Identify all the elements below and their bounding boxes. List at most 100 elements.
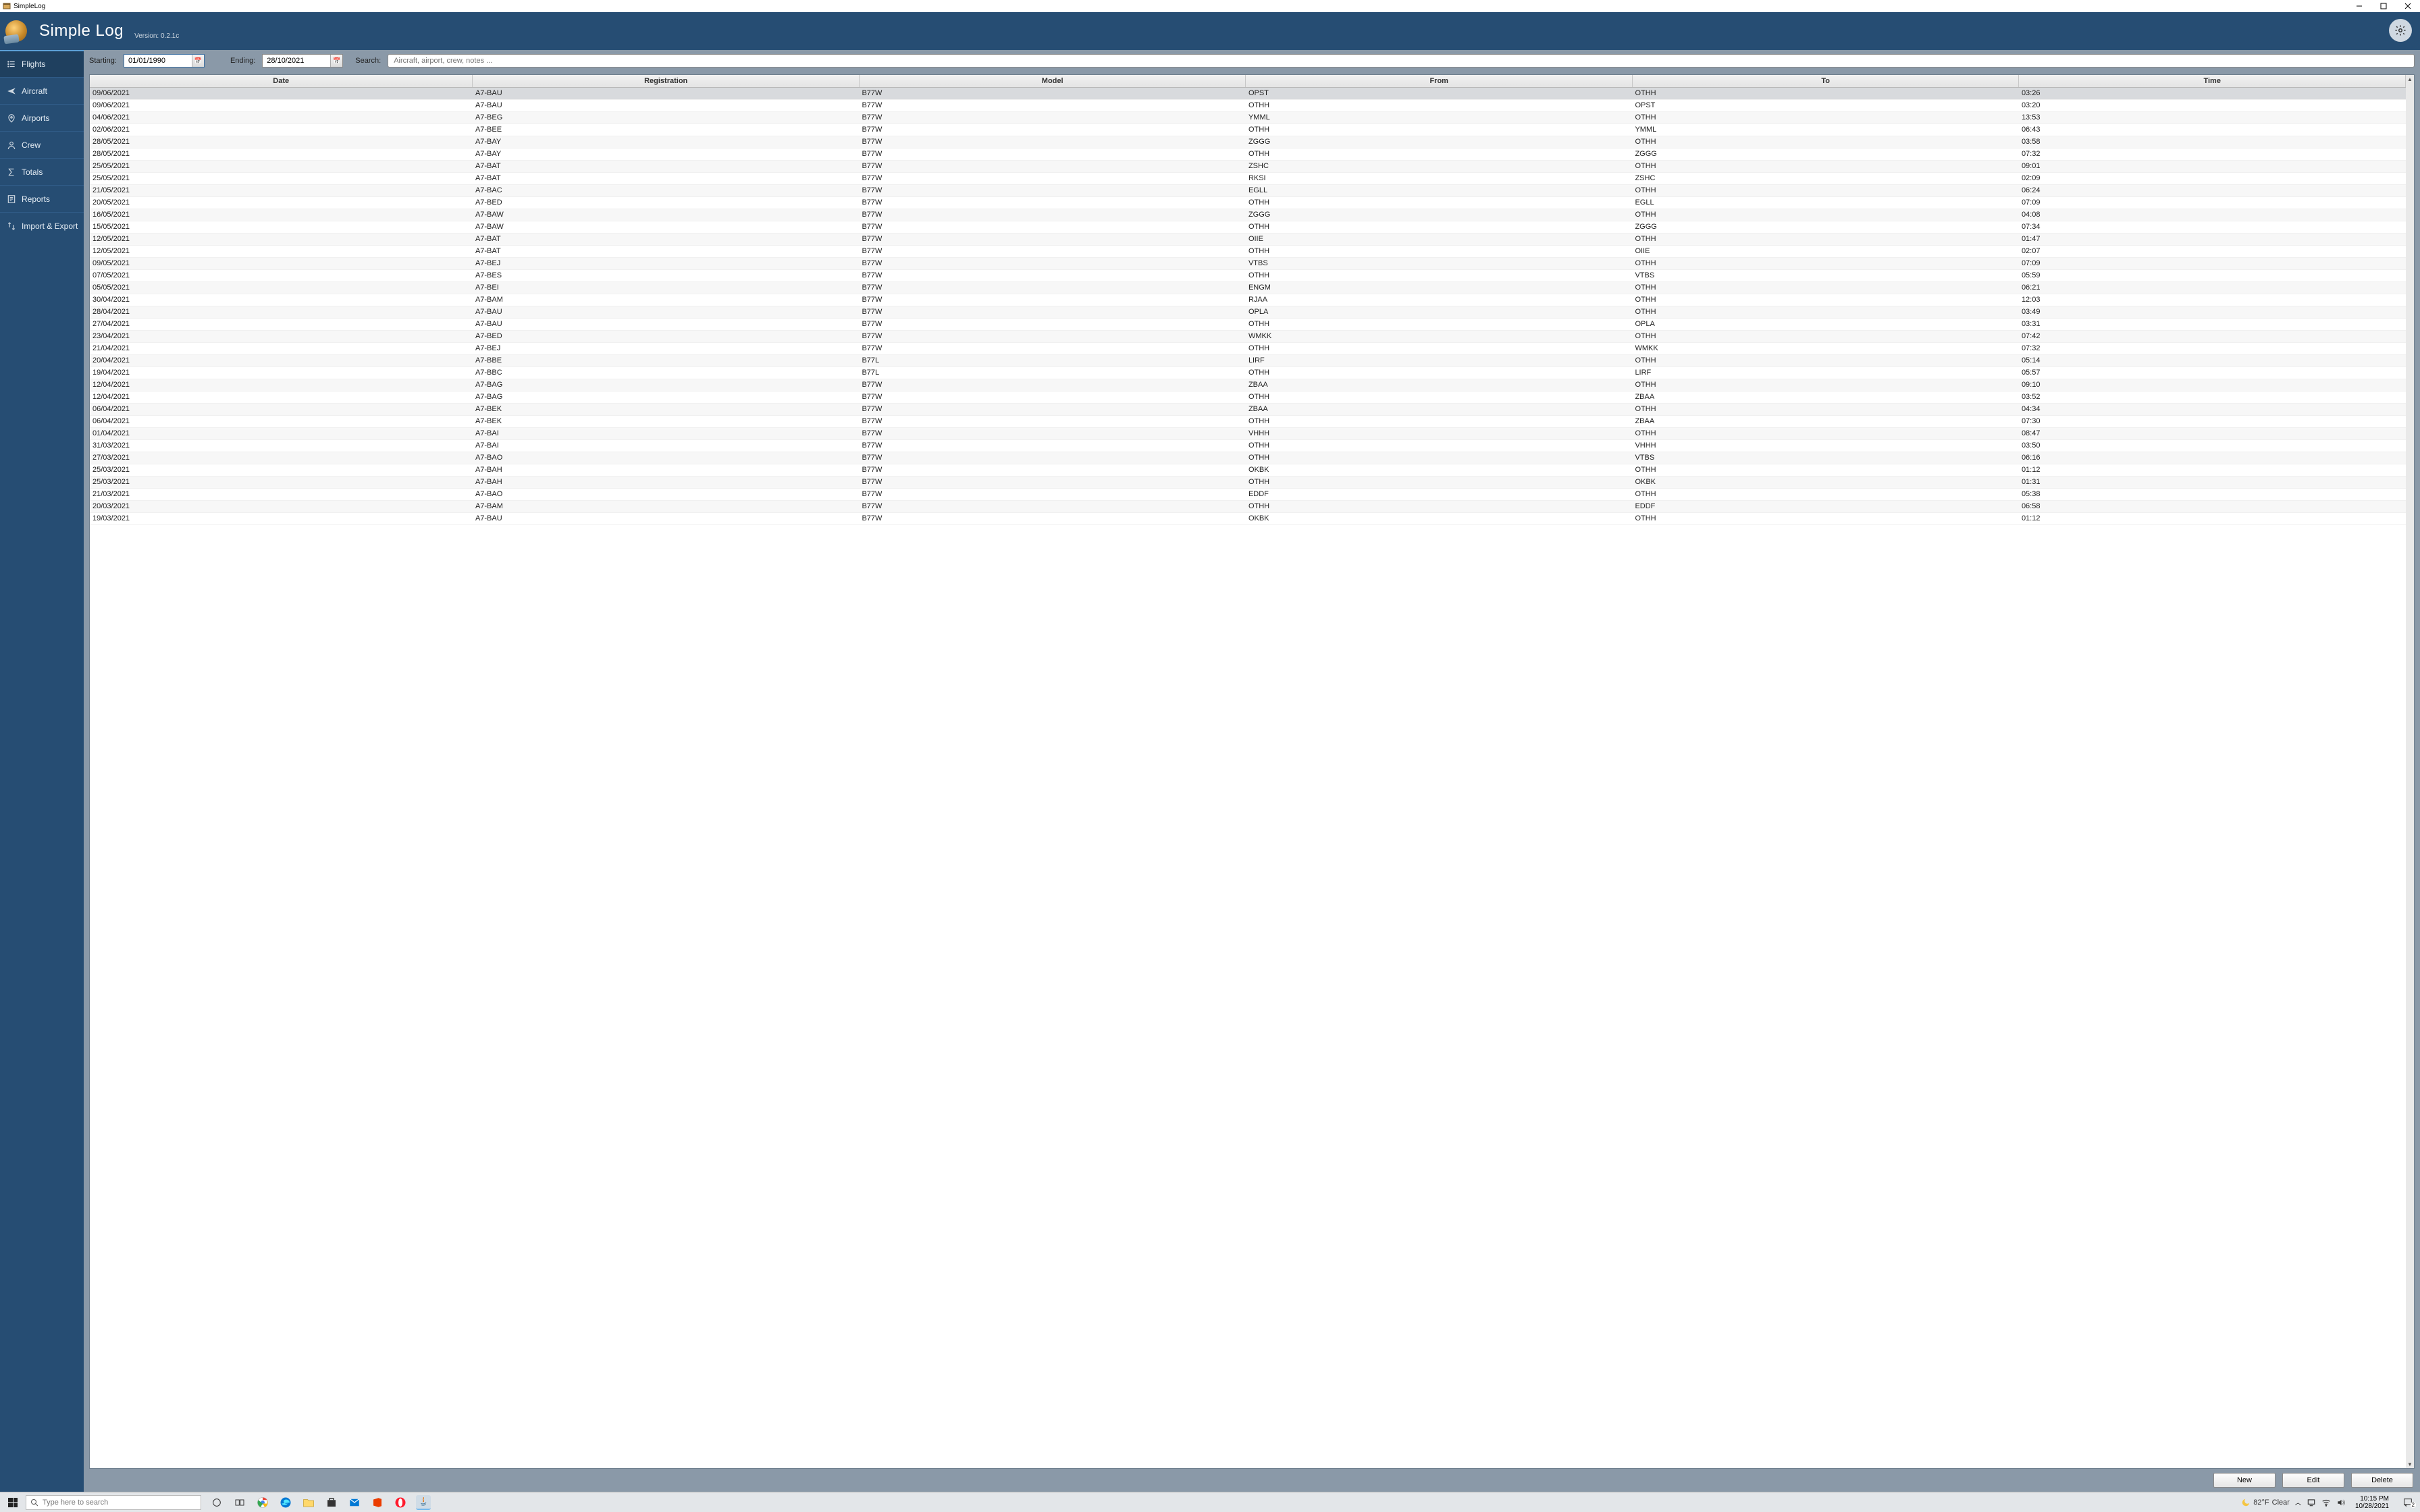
starting-date-picker[interactable]: 📅 <box>192 55 204 67</box>
starting-date-input[interactable] <box>124 55 192 67</box>
column-header-model[interactable]: Model <box>859 75 1246 87</box>
notification-center[interactable]: 2 <box>2398 1497 2417 1508</box>
table-row[interactable]: 01/04/2021A7-BAIB77WVHHHOTHH08:47 <box>90 427 2406 439</box>
sidebar-item-crew[interactable]: Crew <box>0 131 84 158</box>
flights-table[interactable]: DateRegistrationModelFromToTime 09/06/20… <box>90 75 2406 525</box>
new-button[interactable]: New <box>2213 1473 2276 1488</box>
table-row[interactable]: 15/05/2021A7-BAWB77WOTHHZGGG07:34 <box>90 221 2406 233</box>
table-row[interactable]: 21/03/2021A7-BAOB77WEDDFOTHH05:38 <box>90 488 2406 500</box>
task-view-icon[interactable] <box>232 1495 247 1510</box>
table-row[interactable]: 31/03/2021A7-BAIB77WOTHHVHHH03:50 <box>90 439 2406 452</box>
table-row[interactable]: 27/04/2021A7-BAUB77WOTHHOPLA03:31 <box>90 318 2406 330</box>
moon-icon <box>2241 1498 2251 1507</box>
table-row[interactable]: 16/05/2021A7-BAWB77WZGGGOTHH04:08 <box>90 209 2406 221</box>
start-button[interactable] <box>0 1492 26 1512</box>
window-minimize[interactable] <box>2347 0 2371 12</box>
table-row[interactable]: 19/04/2021A7-BBCB77LOTHHLIRF05:57 <box>90 367 2406 379</box>
cell-from: OKBK <box>1246 464 1633 476</box>
column-header-time[interactable]: Time <box>2019 75 2406 87</box>
table-row[interactable]: 09/05/2021A7-BEJB77WVTBSOTHH07:09 <box>90 257 2406 269</box>
cell-date: 25/03/2021 <box>90 476 473 488</box>
sidebar-item-airports[interactable]: Airports <box>0 104 84 131</box>
cell-date: 12/04/2021 <box>90 379 473 391</box>
table-row[interactable]: 12/05/2021A7-BATB77WOIIEOTHH01:47 <box>90 233 2406 245</box>
table-row[interactable]: 25/03/2021A7-BAHB77WOTHHOKBK01:31 <box>90 476 2406 488</box>
sidebar-item-reports[interactable]: Reports <box>0 185 84 212</box>
cell-from: ENGM <box>1246 281 1633 294</box>
table-row[interactable]: 12/04/2021A7-BAGB77WOTHHZBAA03:52 <box>90 391 2406 403</box>
tray-chevron-icon[interactable]: ︿ <box>2295 1498 2301 1507</box>
cell-from: ZGGG <box>1246 136 1633 148</box>
column-header-registration[interactable]: Registration <box>473 75 860 87</box>
table-row[interactable]: 21/05/2021A7-BACB77WEGLLOTHH06:24 <box>90 184 2406 196</box>
table-row[interactable]: 28/04/2021A7-BAUB77WOPLAOTHH03:49 <box>90 306 2406 318</box>
sidebar-item-totals[interactable]: Totals <box>0 158 84 185</box>
table-row[interactable]: 09/06/2021A7-BAUB77WOTHHOPST03:20 <box>90 99 2406 111</box>
table-row[interactable]: 19/03/2021A7-BAUB77WOKBKOTHH01:12 <box>90 512 2406 524</box>
column-header-from[interactable]: From <box>1246 75 1633 87</box>
store-icon[interactable] <box>324 1495 339 1510</box>
table-row[interactable]: 28/05/2021A7-BAYB77WZGGGOTHH03:58 <box>90 136 2406 148</box>
sidebar-item-import-export[interactable]: Import & Export <box>0 212 84 239</box>
starting-date-field[interactable]: 📅 <box>124 54 205 68</box>
table-row[interactable]: 06/04/2021A7-BEKB77WZBAAOTHH04:34 <box>90 403 2406 415</box>
table-row[interactable]: 20/03/2021A7-BAMB77WOTHHEDDF06:58 <box>90 500 2406 512</box>
table-row[interactable]: 27/03/2021A7-BAOB77WOTHHVTBS06:16 <box>90 452 2406 464</box>
cell-to: OTHH <box>1632 184 2019 196</box>
column-header-to[interactable]: To <box>1632 75 2019 87</box>
ending-date-field[interactable]: 📅 <box>262 54 343 68</box>
opera-icon[interactable] <box>393 1495 408 1510</box>
delete-button[interactable]: Delete <box>2351 1473 2413 1488</box>
tray-volume-icon[interactable] <box>2336 1498 2346 1507</box>
sidebar-item-aircraft[interactable]: Aircraft <box>0 77 84 104</box>
table-row[interactable]: 30/04/2021A7-BAMB77WRJAAOTHH12:03 <box>90 294 2406 306</box>
table-row[interactable]: 12/05/2021A7-BATB77WOTHHOIIE02:07 <box>90 245 2406 257</box>
cortana-icon[interactable] <box>209 1495 224 1510</box>
table-row[interactable]: 07/05/2021A7-BESB77WOTHHVTBS05:59 <box>90 269 2406 281</box>
scrollbar[interactable]: ▲ ▼ <box>2406 75 2414 1468</box>
table-row[interactable]: 05/05/2021A7-BEIB77WENGMOTHH06:21 <box>90 281 2406 294</box>
mail-icon[interactable] <box>347 1495 362 1510</box>
table-row[interactable]: 02/06/2021A7-BEEB77WOTHHYMML06:43 <box>90 124 2406 136</box>
tray-network-icon[interactable] <box>2307 1498 2316 1507</box>
table-row[interactable]: 25/03/2021A7-BAHB77WOKBKOTHH01:12 <box>90 464 2406 476</box>
clock-time: 10:15 PM <box>2355 1495 2389 1503</box>
table-row[interactable]: 25/05/2021A7-BATB77WZSHCOTHH09:01 <box>90 160 2406 172</box>
table-row[interactable]: 23/04/2021A7-BEDB77WWMKKOTHH07:42 <box>90 330 2406 342</box>
cell-from: OTHH <box>1246 99 1633 111</box>
table-row[interactable]: 12/04/2021A7-BAGB77WZBAAOTHH09:10 <box>90 379 2406 391</box>
table-row[interactable]: 20/05/2021A7-BEDB77WOTHHEGLL07:09 <box>90 196 2406 209</box>
java-icon[interactable] <box>416 1495 431 1510</box>
window-close[interactable] <box>2396 0 2420 12</box>
edit-button[interactable]: Edit <box>2282 1473 2344 1488</box>
search-input[interactable] <box>388 54 2415 68</box>
table-row[interactable]: 28/05/2021A7-BAYB77WOTHHZGGG07:32 <box>90 148 2406 160</box>
window-maximize[interactable] <box>2371 0 2396 12</box>
table-row[interactable]: 09/06/2021A7-BAUB77WOPSTOTHH03:26 <box>90 87 2406 99</box>
ending-date-input[interactable] <box>263 55 330 67</box>
table-row[interactable]: 20/04/2021A7-BBEB77LLIRFOTHH05:14 <box>90 354 2406 367</box>
tray-wifi-icon[interactable] <box>2321 1498 2331 1507</box>
weather-widget[interactable]: 82°F Clear <box>2241 1498 2290 1507</box>
edge-icon[interactable] <box>278 1495 293 1510</box>
scroll-up-arrow[interactable]: ▲ <box>2406 75 2414 83</box>
cell-date: 25/05/2021 <box>90 172 473 184</box>
table-row[interactable]: 25/05/2021A7-BATB77WRKSIZSHC02:09 <box>90 172 2406 184</box>
table-row[interactable]: 21/04/2021A7-BEJB77WOTHHWMKK07:32 <box>90 342 2406 354</box>
file-explorer-icon[interactable] <box>301 1495 316 1510</box>
cell-time: 06:43 <box>2019 124 2406 136</box>
taskbar-search[interactable]: Type here to search <box>26 1495 201 1510</box>
chrome-icon[interactable] <box>255 1495 270 1510</box>
ending-date-picker[interactable]: 📅 <box>330 55 342 67</box>
taskbar-clock[interactable]: 10:15 PM 10/28/2021 <box>2351 1495 2393 1510</box>
cell-date: 01/04/2021 <box>90 427 473 439</box>
settings-button[interactable] <box>2389 19 2412 42</box>
cell-time: 12:03 <box>2019 294 2406 306</box>
office-icon[interactable] <box>370 1495 385 1510</box>
cell-model: B77W <box>859 318 1246 330</box>
sidebar-item-flights[interactable]: Flights <box>0 50 84 77</box>
column-header-date[interactable]: Date <box>90 75 473 87</box>
scroll-down-arrow[interactable]: ▼ <box>2406 1460 2414 1468</box>
table-row[interactable]: 04/06/2021A7-BEGB77WYMMLOTHH13:53 <box>90 111 2406 124</box>
table-row[interactable]: 06/04/2021A7-BEKB77WOTHHZBAA07:30 <box>90 415 2406 427</box>
